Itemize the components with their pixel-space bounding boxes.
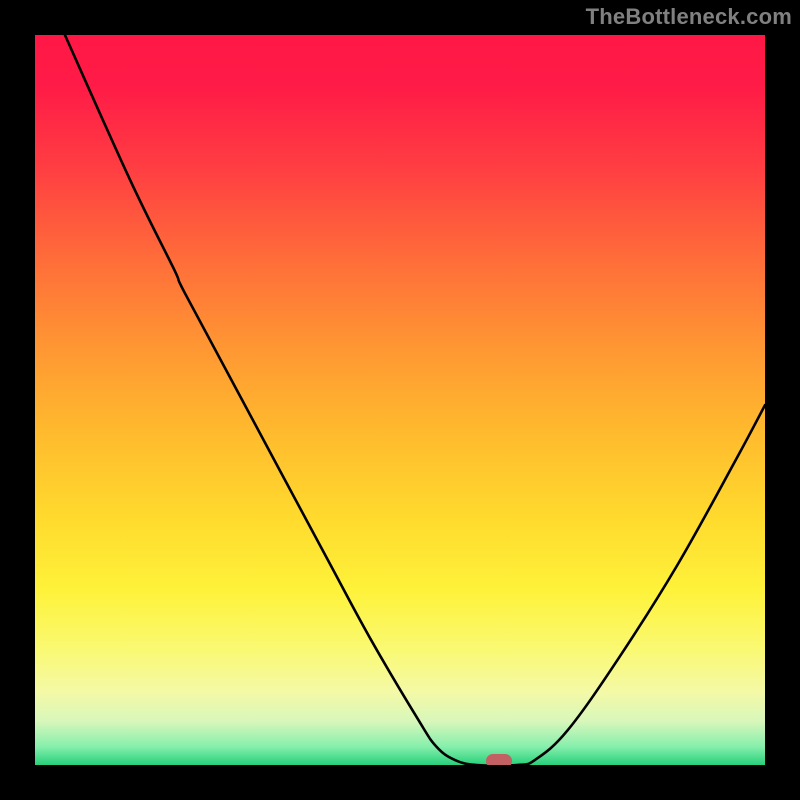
bottleneck-curve (35, 35, 765, 765)
chart-frame: TheBottleneck.com (0, 0, 800, 800)
optimum-marker (486, 754, 512, 765)
plot-area (35, 35, 765, 765)
attribution-label: TheBottleneck.com (586, 4, 792, 30)
